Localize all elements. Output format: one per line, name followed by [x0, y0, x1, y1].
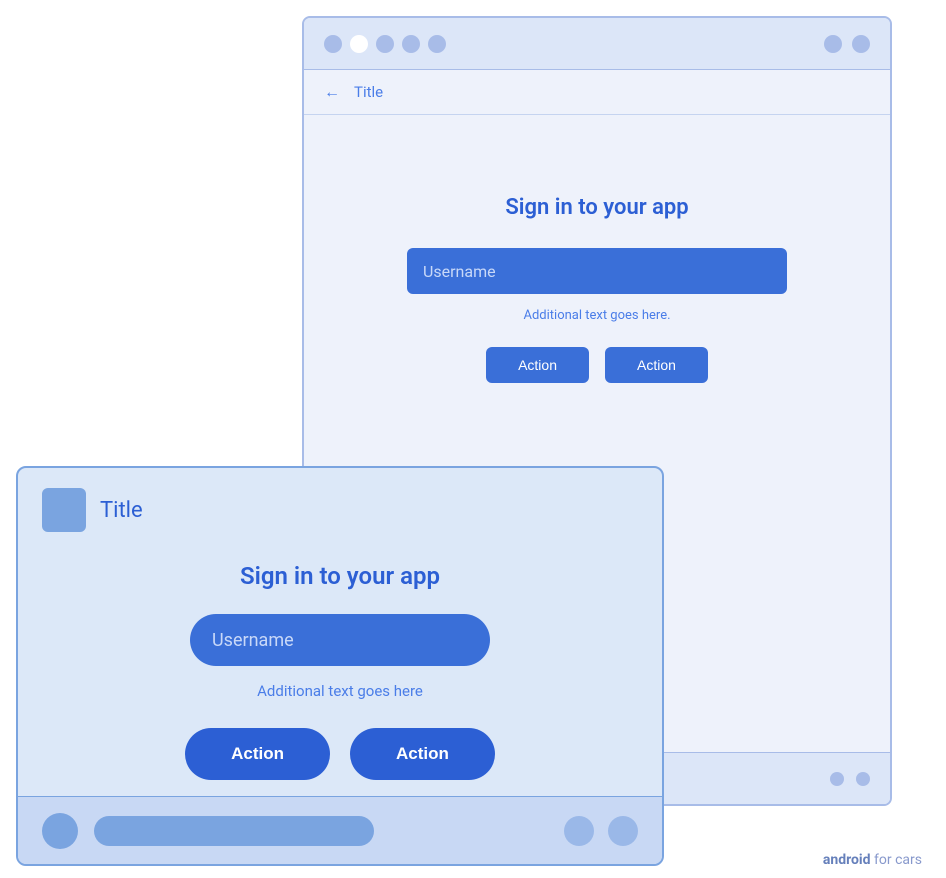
status-dot-right-1: [824, 35, 842, 53]
car-content: Sign in to your app Username Additional …: [18, 552, 662, 800]
phone-status-right: [824, 35, 870, 53]
android-label-bold: android: [823, 852, 871, 868]
car-username-field[interactable]: Username: [190, 614, 490, 666]
car-bottom-circle-sm-2: [608, 816, 638, 846]
status-dot-2: [350, 35, 368, 53]
status-dot-3: [376, 35, 394, 53]
car-mockup: Title Sign in to your app Username Addit…: [16, 466, 664, 866]
status-dot-1: [324, 35, 342, 53]
phone-status-bar: [304, 18, 890, 70]
back-arrow-icon[interactable]: ←: [324, 82, 340, 102]
car-logo-icon: [42, 488, 86, 532]
car-bottom-pill: [94, 816, 374, 846]
car-additional-text: Additional text goes here: [257, 682, 423, 700]
phone-nav-bar: ← Title: [304, 70, 890, 115]
car-bottom-right: [564, 816, 638, 846]
phone-status-left: [324, 35, 446, 53]
car-title: Title: [100, 498, 143, 523]
status-dot-4: [402, 35, 420, 53]
car-action-button-1[interactable]: Action: [185, 728, 330, 780]
car-bottom-bar: [18, 796, 662, 864]
car-actions: Action Action: [185, 728, 495, 780]
android-for-cars-label: android for cars: [823, 852, 922, 868]
phone-action-button-2[interactable]: Action: [605, 347, 708, 383]
phone-bottom-dot-1: [830, 772, 844, 786]
status-dot-right-2: [852, 35, 870, 53]
phone-additional-text: Additional text goes here.: [523, 308, 670, 323]
phone-sign-in-title: Sign in to your app: [505, 195, 688, 220]
status-dot-5: [428, 35, 446, 53]
car-sign-in-title: Sign in to your app: [240, 562, 440, 590]
car-username-placeholder: Username: [212, 630, 294, 651]
phone-bottom-dot-2: [856, 772, 870, 786]
phone-username-placeholder: Username: [423, 262, 496, 281]
phone-username-field[interactable]: Username: [407, 248, 787, 294]
phone-actions: Action Action: [486, 347, 708, 383]
car-bottom-circle-sm-1: [564, 816, 594, 846]
android-label-rest: for cars: [871, 852, 922, 868]
phone-action-button-1[interactable]: Action: [486, 347, 589, 383]
car-action-button-2[interactable]: Action: [350, 728, 495, 780]
phone-nav-title: Title: [354, 83, 383, 101]
phone-content: Sign in to your app Username Additional …: [304, 115, 890, 423]
car-bottom-circle-icon: [42, 813, 78, 849]
car-header: Title: [18, 468, 662, 552]
